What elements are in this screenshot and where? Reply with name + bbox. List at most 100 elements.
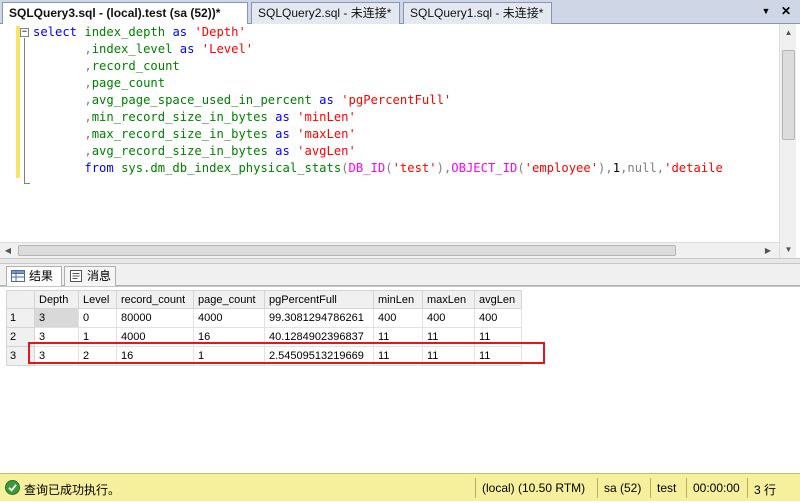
table-row[interactable]: 1 3 0 80000 4000 99.3081294786261 400 40… bbox=[6, 308, 522, 328]
code-token: max_record_size_in_bytes bbox=[91, 127, 276, 141]
code-line[interactable]: ,index_level as 'Level' bbox=[33, 41, 723, 58]
code-line[interactable]: ,min_record_size_in_bytes as 'minLen' bbox=[33, 109, 723, 126]
grid-icon bbox=[11, 270, 25, 282]
code-token: 'test' bbox=[392, 161, 437, 175]
code-token: null bbox=[627, 161, 657, 175]
tab-messages-label: 消息 bbox=[87, 269, 112, 283]
code-token: ), bbox=[436, 161, 452, 175]
scroll-up-icon[interactable]: ▲ bbox=[780, 24, 797, 41]
close-tab-icon[interactable]: ✕ bbox=[778, 4, 794, 18]
code-line[interactable]: ,page_count bbox=[33, 75, 723, 92]
code-line[interactable]: select index_depth as 'Depth' bbox=[33, 24, 723, 41]
code-token: 'detaile bbox=[664, 161, 723, 175]
code-token: 'maxLen' bbox=[297, 127, 356, 141]
grid-cell[interactable]: 400 bbox=[422, 308, 475, 328]
query-editor[interactable]: − select index_depth as 'Depth' ,index_l… bbox=[0, 24, 800, 258]
scroll-left-icon[interactable]: ◀ bbox=[0, 243, 16, 259]
grid-cell[interactable]: 0 bbox=[78, 308, 117, 328]
code-token: as bbox=[275, 110, 298, 124]
success-check-icon bbox=[5, 480, 20, 495]
column-header[interactable]: maxLen bbox=[422, 290, 475, 309]
sql-code[interactable]: select index_depth as 'Depth' ,index_lev… bbox=[33, 24, 723, 177]
scroll-down-icon[interactable]: ▼ bbox=[780, 241, 797, 258]
code-token: , bbox=[33, 144, 92, 158]
grid-cell[interactable]: 99.3081294786261 bbox=[264, 308, 374, 328]
code-token: , bbox=[33, 127, 92, 141]
outline-guide bbox=[24, 38, 25, 184]
column-header[interactable]: pgPercentFull bbox=[264, 290, 374, 309]
code-line[interactable]: ,max_record_size_in_bytes as 'maxLen' bbox=[33, 126, 723, 143]
tab-list-dropdown-icon[interactable]: ▼ bbox=[758, 6, 774, 16]
code-token: ( bbox=[341, 161, 349, 175]
code-token: , bbox=[33, 76, 92, 90]
tab-sqlquery2[interactable]: SQLQuery2.sql - 未连接* bbox=[251, 2, 400, 24]
code-token: sys.dm_db_index_physical_stats bbox=[121, 161, 342, 175]
grid-header-row: Depth Level record_count page_count pgPe… bbox=[6, 290, 522, 309]
code-token: 'employee' bbox=[524, 161, 599, 175]
code-token: OBJECT_ID bbox=[451, 161, 518, 175]
status-divider bbox=[650, 478, 651, 498]
code-token: avg_record_size_in_bytes bbox=[91, 144, 276, 158]
code-token: as bbox=[179, 42, 202, 56]
collapse-region-icon[interactable]: − bbox=[20, 28, 29, 37]
code-token: DB_ID bbox=[348, 161, 386, 175]
code-line[interactable]: ,avg_record_size_in_bytes as 'avgLen' bbox=[33, 143, 723, 160]
code-token: , bbox=[33, 93, 92, 107]
code-token: , bbox=[33, 42, 92, 56]
code-token: 'Level' bbox=[201, 42, 254, 56]
grid-cell[interactable]: 80000 bbox=[116, 308, 194, 328]
code-token: as bbox=[275, 127, 298, 141]
status-message: 查询已成功执行。 bbox=[24, 483, 121, 497]
scroll-right-icon[interactable]: ▶ bbox=[760, 243, 776, 259]
row-number[interactable]: 1 bbox=[6, 308, 35, 328]
code-token: ( bbox=[517, 161, 525, 175]
code-token: 'minLen' bbox=[297, 110, 356, 124]
code-token: select bbox=[33, 25, 85, 39]
status-divider bbox=[597, 478, 598, 498]
document-tab-strip: SQLQuery3.sql - (local).test (sa (52))* … bbox=[0, 0, 800, 25]
code-token: 'pgPercentFull' bbox=[341, 93, 452, 107]
code-token: as bbox=[319, 93, 342, 107]
code-line[interactable]: from sys.dm_db_index_physical_stats(DB_I… bbox=[33, 160, 723, 177]
status-divider bbox=[747, 478, 748, 498]
grid-cell[interactable]: 400 bbox=[474, 308, 522, 328]
grid-cell[interactable]: 4000 bbox=[193, 308, 265, 328]
column-header[interactable]: avgLen bbox=[474, 290, 522, 309]
grid-corner-cell[interactable] bbox=[6, 290, 35, 309]
tab-messages[interactable]: 消息 bbox=[64, 266, 116, 286]
column-header[interactable]: Depth bbox=[34, 290, 79, 309]
column-header[interactable]: page_count bbox=[193, 290, 265, 309]
results-tab-strip: 结果 消息 bbox=[0, 264, 800, 287]
status-bar: 查询已成功执行。 (local) (10.50 RTM) sa (52) tes… bbox=[0, 473, 800, 501]
code-token: as bbox=[275, 144, 298, 158]
column-header[interactable]: minLen bbox=[373, 290, 423, 309]
status-database: test bbox=[657, 481, 677, 495]
grid-cell[interactable]: 3 bbox=[34, 308, 79, 328]
column-header[interactable]: Level bbox=[78, 290, 117, 309]
tab-sqlquery3[interactable]: SQLQuery3.sql - (local).test (sa (52))* bbox=[2, 2, 248, 25]
code-token: min_record_size_in_bytes bbox=[91, 110, 276, 124]
outline-guide-end bbox=[24, 183, 30, 184]
code-token: page_count bbox=[91, 76, 166, 90]
code-token: ), bbox=[598, 161, 613, 175]
message-icon bbox=[70, 270, 82, 282]
code-token: index_depth bbox=[84, 25, 173, 39]
scroll-thumb[interactable] bbox=[18, 245, 676, 256]
scroll-thumb[interactable] bbox=[782, 50, 795, 140]
status-user: sa (52) bbox=[604, 481, 642, 495]
tab-label: SQLQuery2.sql - 未连接* bbox=[258, 6, 392, 20]
editor-horizontal-scrollbar[interactable]: ◀ ▶ bbox=[0, 242, 779, 258]
editor-vertical-scrollbar[interactable]: ▲ ▼ bbox=[779, 24, 796, 258]
tab-label: SQLQuery1.sql - 未连接* bbox=[410, 6, 544, 20]
tab-sqlquery1[interactable]: SQLQuery1.sql - 未连接* bbox=[403, 2, 552, 24]
grid-cell[interactable]: 400 bbox=[373, 308, 423, 328]
code-line[interactable]: ,record_count bbox=[33, 58, 723, 75]
tab-results[interactable]: 结果 bbox=[6, 266, 62, 287]
code-line[interactable]: ,avg_page_space_used_in_percent as 'pgPe… bbox=[33, 92, 723, 109]
code-token: 1 bbox=[612, 161, 621, 175]
changed-lines-marker bbox=[16, 26, 20, 178]
code-token: ( bbox=[385, 161, 393, 175]
code-token: , bbox=[33, 59, 92, 73]
column-header[interactable]: record_count bbox=[116, 290, 194, 309]
results-grid-area: Depth Level record_count page_count pgPe… bbox=[0, 286, 800, 471]
